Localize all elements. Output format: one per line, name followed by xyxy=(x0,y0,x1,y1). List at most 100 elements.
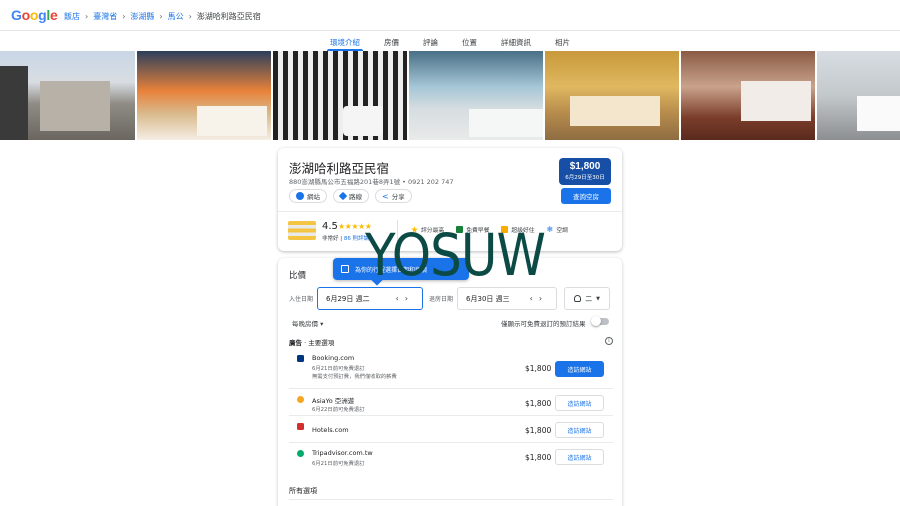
checkin-label: 入住日期 xyxy=(289,296,314,303)
ads-title: · 主要選項 xyxy=(304,339,335,347)
price-value: $1,800 xyxy=(569,161,601,172)
date-selector: 入住日期 6月29日 週二 ‹› 退房日期 6月30日 週三 ‹› 二 ▼ xyxy=(289,287,611,310)
rating-image xyxy=(288,221,316,240)
offer-price: $1,800 xyxy=(525,364,552,373)
offer-extra-note: 無需支付預訂費，我們僅收取的薪費 xyxy=(312,374,397,380)
divider xyxy=(289,499,613,500)
breadcrumb-separator: › xyxy=(188,12,192,21)
photo-exterior[interactable] xyxy=(0,51,135,140)
amenity-air-conditioning: ❄ 空調 xyxy=(547,225,568,234)
price-dates: 6月29日至30日 xyxy=(565,175,605,181)
watermark-text: YOSUW xyxy=(365,222,546,289)
tab-reviews[interactable]: 評論 xyxy=(423,31,438,51)
checkin-date-value: 6月29日 週二 xyxy=(326,294,370,303)
person-icon xyxy=(574,295,582,302)
offer-cancel-note: 6月21日前可免費退訂 xyxy=(312,366,365,372)
directions-icon xyxy=(338,191,348,201)
share-icon: < xyxy=(382,191,389,201)
offer-name: Tripadvisor.com.tw xyxy=(312,449,373,457)
visit-site-button[interactable]: 造訪網站 xyxy=(555,449,604,465)
photo-room-5[interactable] xyxy=(817,51,900,140)
directions-button[interactable]: 路線 xyxy=(333,189,369,203)
breadcrumb-separator: › xyxy=(85,12,89,21)
checkout-label: 退房日期 xyxy=(429,296,454,303)
offer-row: Hotels.com $1,800 造訪網站 xyxy=(289,415,613,442)
info-icon[interactable]: i xyxy=(605,337,613,345)
booking-logo-icon xyxy=(297,355,304,362)
photo-room-3[interactable] xyxy=(545,51,679,140)
breadcrumb: 飯店 › 臺灣省 › 澎湖縣 › 馬公 › 澎湖哈利路亞民宿 xyxy=(64,11,261,22)
price-compare-panel: 比價 入住日期 6月29日 週二 ‹› 退房日期 6月30日 週三 ‹› 二 ▼… xyxy=(278,258,622,506)
breadcrumb-province[interactable]: 臺灣省 xyxy=(93,11,117,22)
free-cancel-toggle[interactable] xyxy=(591,316,609,326)
asiayo-logo-icon xyxy=(297,396,304,403)
website-label: 網站 xyxy=(307,193,320,201)
share-label: 分享 xyxy=(391,193,405,201)
photo-room-2[interactable] xyxy=(409,51,543,140)
tab-prices[interactable]: 房價 xyxy=(384,31,399,51)
amenity-label: 空調 xyxy=(556,228,568,234)
chevron-down-icon: ▼ xyxy=(596,295,600,302)
ads-prefix: 廣告 xyxy=(289,339,302,347)
all-options-heading: 所有選項 xyxy=(289,487,317,495)
visit-site-button[interactable]: 造訪網站 xyxy=(555,395,604,411)
visit-site-button[interactable]: 造訪網站 xyxy=(555,422,604,438)
guests-value: 二 xyxy=(585,294,593,303)
rating-summary: 非常好 | 86 則評論 xyxy=(322,234,369,242)
breadcrumb-county[interactable]: 澎湖縣 xyxy=(130,11,154,22)
hotel-name: 澎湖哈利路亞民宿 xyxy=(289,161,390,176)
offer-name: Booking.com xyxy=(312,354,355,362)
breadcrumb-city[interactable]: 馬公 xyxy=(168,11,184,22)
calendar-icon xyxy=(341,265,349,273)
action-chips: 網站 路線 < 分享 xyxy=(289,189,412,203)
photo-room-1[interactable] xyxy=(137,51,271,140)
date-stepper-arrows[interactable]: ‹› xyxy=(530,294,548,303)
offer-price: $1,800 xyxy=(525,426,552,435)
photo-room-4[interactable] xyxy=(681,51,815,140)
date-stepper-arrows[interactable]: ‹› xyxy=(396,294,414,303)
guests-selector[interactable]: 二 ▼ xyxy=(564,287,611,310)
checkout-date-field[interactable]: 6月30日 週三 ‹› xyxy=(457,287,558,310)
directions-label: 路線 xyxy=(349,193,362,201)
tab-location[interactable]: 位置 xyxy=(462,31,477,51)
offer-cancel-note: 6月22日前可免費退訂 xyxy=(312,407,365,413)
visit-site-button[interactable]: 造訪網站 xyxy=(555,361,604,377)
offer-row: Tripadvisor.com.tw 6月21日前可免費退訂 $1,800 造訪… xyxy=(289,442,613,469)
check-availability-button[interactable]: 查詢空房 xyxy=(561,188,611,204)
share-button[interactable]: < 分享 xyxy=(375,189,412,203)
photo-bathroom[interactable] xyxy=(273,51,407,140)
globe-icon xyxy=(296,192,304,200)
tab-overview[interactable]: 環境介紹 xyxy=(327,31,363,51)
photo-strip xyxy=(0,51,900,140)
google-logo[interactable]: Google xyxy=(11,7,58,23)
tab-details[interactable]: 詳細資訊 xyxy=(501,31,531,51)
ads-heading: 廣告 · 主要選項 xyxy=(289,337,334,347)
breadcrumb-separator: › xyxy=(159,12,163,21)
tab-photos[interactable]: 相片 xyxy=(555,31,570,51)
offer-name: AsiaYo 亞洲遊 xyxy=(312,397,355,405)
checkin-date-field[interactable]: 6月29日 週二 ‹› xyxy=(317,287,424,310)
offer-cancel-note: 6月21日前可免費退訂 xyxy=(312,461,365,467)
offer-row: Booking.com 6月21日前可免費退訂 無需支付預訂費，我們僅收取的薪費… xyxy=(289,348,613,388)
snowflake-icon: ❄ xyxy=(546,225,554,234)
nightly-price-dropdown[interactable]: 每晚房價 ▾ xyxy=(292,318,323,328)
section-tabs: 環境介紹 房價 評論 位置 詳細資訊 相片 xyxy=(0,31,900,51)
offer-price: $1,800 xyxy=(525,399,552,408)
rating-value: 4.5 xyxy=(322,221,338,232)
website-button[interactable]: 網站 xyxy=(289,189,327,203)
breadcrumb-separator: › xyxy=(122,12,126,21)
price-badge[interactable]: $1,800 6月29日至30日 xyxy=(559,158,611,185)
tripadvisor-logo-icon xyxy=(297,450,304,457)
breadcrumb-hotels[interactable]: 飯店 xyxy=(64,11,80,22)
top-bar: Google 飯店 › 臺灣省 › 澎湖縣 › 馬公 › 澎湖哈利路亞民宿 xyxy=(0,0,900,31)
checkout-date-value: 6月30日 週三 xyxy=(466,294,510,303)
offer-price: $1,800 xyxy=(525,453,552,462)
rating-word: 非常好 xyxy=(322,236,339,242)
hotels-com-logo-icon xyxy=(297,423,304,430)
offer-row: AsiaYo 亞洲遊 6月22日前可免費退訂 $1,800 造訪網站 xyxy=(289,388,613,415)
breadcrumb-current: 澎湖哈利路亞民宿 xyxy=(196,12,261,21)
offer-name: Hotels.com xyxy=(312,426,349,434)
free-cancel-label: 僅顯示可免費退訂的預訂結果 xyxy=(501,320,586,328)
divider xyxy=(278,211,622,212)
panel-title: 比價 xyxy=(289,271,307,281)
